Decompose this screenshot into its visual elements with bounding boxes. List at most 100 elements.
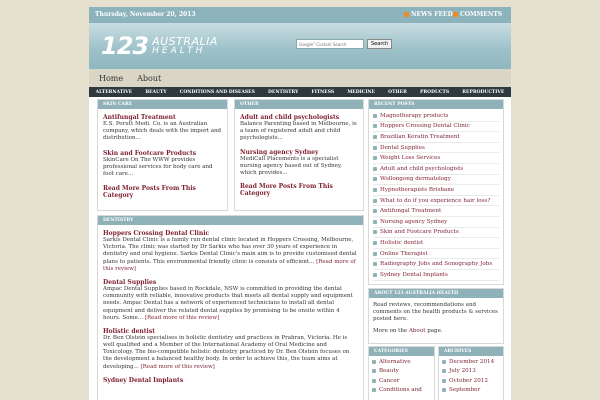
list-item[interactable]: Alternative xyxy=(372,357,431,367)
post-title[interactable]: Hoppers Crossing Dental Clinic xyxy=(103,230,358,237)
about-page-link[interactable]: About xyxy=(409,328,426,334)
post-excerpt: Ampac Dental Supplies based in Rockdale,… xyxy=(103,286,353,321)
skin-care-title: Skin Care xyxy=(98,100,227,109)
archives-title: Archives xyxy=(439,347,503,356)
bullet-icon xyxy=(373,156,377,161)
list-item[interactable]: Hoppers Crossing Dental Clinic xyxy=(373,122,499,133)
cat-nav-reproductive[interactable]: Reproductive xyxy=(462,90,504,95)
bullet-icon xyxy=(373,113,377,118)
recent-posts-box: Recent Posts Magnotherapy products Hoppe… xyxy=(368,99,504,285)
list-item[interactable]: Brazilian Keratin Treatment xyxy=(373,132,499,143)
post-title[interactable]: Dental Supplies xyxy=(103,279,358,286)
rss-icon xyxy=(404,12,409,17)
current-date: Thursday, November 20, 2013 xyxy=(95,11,196,18)
bullet-icon xyxy=(373,272,377,277)
search-form: Search xyxy=(296,39,393,49)
cat-nav-products[interactable]: Products xyxy=(420,90,449,95)
list-item[interactable]: Wollongong dermatology xyxy=(373,175,499,186)
dentistry-box: Dentistry Hoppers Crossing Dental Clinic… xyxy=(97,215,364,400)
list-item[interactable]: Online Therapist xyxy=(373,249,499,260)
bullet-icon xyxy=(373,262,377,267)
cat-nav-fitness[interactable]: Fitness xyxy=(312,90,335,95)
list-item[interactable]: December 2014 xyxy=(442,357,500,367)
list-item[interactable]: Weight Loss Services xyxy=(373,153,499,164)
search-input[interactable] xyxy=(296,39,364,49)
post-title[interactable]: Sydney Dental Implants xyxy=(103,377,358,384)
about-text: Read reviews, recommendations and commen… xyxy=(373,302,498,323)
rss-icon xyxy=(453,12,458,17)
nav-home[interactable]: Home xyxy=(99,74,123,83)
post-title[interactable]: Nursing agency Sydney xyxy=(240,149,358,156)
list-item[interactable]: Beauty xyxy=(372,367,431,377)
bullet-icon xyxy=(442,378,446,383)
comments-feed-link[interactable]: Comments xyxy=(453,11,502,18)
category-navigation: Alternative Beauty Conditions and Diseas… xyxy=(89,87,511,97)
read-more-link[interactable]: Read More Posts From This Category xyxy=(103,185,222,199)
list-item[interactable]: July 2013 xyxy=(442,367,500,377)
list-item[interactable]: Hypnotherapists Brisbane xyxy=(373,185,499,196)
other-box: Other Adult and child psychologists Bala… xyxy=(234,99,364,211)
bullet-icon xyxy=(373,187,377,192)
bullet-icon xyxy=(373,134,377,139)
bullet-icon xyxy=(372,378,376,383)
cat-nav-medicine[interactable]: Medicine xyxy=(347,90,375,95)
post-title[interactable]: Skin and Footcare Products xyxy=(103,150,222,157)
recent-posts-list: Magnotherapy products Hoppers Crossing D… xyxy=(369,109,503,281)
cat-nav-dentistry[interactable]: Dentistry xyxy=(268,90,298,95)
list-item[interactable]: October 2012 xyxy=(442,376,500,386)
bullet-icon xyxy=(373,230,377,235)
post-title[interactable]: Antifungal Treatment xyxy=(103,114,222,121)
cat-nav-conditions[interactable]: Conditions and Diseases xyxy=(180,90,255,95)
list-item[interactable]: Holistic dentist xyxy=(373,238,499,249)
post-title[interactable]: Adult and child psychologists xyxy=(240,114,358,121)
list-item[interactable]: Adult and child psychologists xyxy=(373,164,499,175)
list-item[interactable]: Skin and Footcare Products xyxy=(373,228,499,239)
search-button[interactable]: Search xyxy=(367,39,393,49)
bullet-icon xyxy=(442,359,446,364)
read-review-link[interactable]: [Read more of this review] xyxy=(145,315,219,321)
cat-nav-beauty[interactable]: Beauty xyxy=(145,90,166,95)
categories-title: Categories xyxy=(369,347,434,356)
list-item[interactable]: Antifungal Treatment xyxy=(373,206,499,217)
bullet-icon xyxy=(373,124,377,129)
page-navigation: Home About xyxy=(89,69,511,87)
post-title[interactable]: Holistic dentist xyxy=(103,328,358,335)
bullet-icon xyxy=(373,177,377,182)
bullet-icon xyxy=(373,166,377,171)
bullet-icon xyxy=(372,388,376,393)
news-feed-link[interactable]: News Feed xyxy=(404,11,453,18)
bullet-icon xyxy=(373,240,377,245)
bullet-icon xyxy=(373,209,377,214)
list-item[interactable]: What to do if you experience hair loss? xyxy=(373,196,499,207)
list-item[interactable]: Conditions and xyxy=(372,386,431,396)
bullet-icon xyxy=(373,145,377,150)
list-item[interactable]: Radiography Jobs and Sonography Jobs xyxy=(373,259,499,270)
post-excerpt: E.S. Porutt Medi. Co. is an Australian c… xyxy=(103,121,222,142)
list-item[interactable]: Dental Supplies xyxy=(373,143,499,154)
archives-list: December 2014 July 2013 October 2012 Sep… xyxy=(439,356,503,395)
nav-about[interactable]: About xyxy=(137,74,161,83)
cat-nav-other[interactable]: Other xyxy=(388,90,407,95)
list-item[interactable]: Sydney Dental Implants xyxy=(373,270,499,281)
about-more: More on the About page. xyxy=(373,328,443,335)
page-frame: Thursday, November 20, 2013 News Feed Co… xyxy=(89,7,511,400)
read-more-link[interactable]: Read More Posts From This Category xyxy=(240,183,358,197)
site-header: 123 AUSTRALIA HEALTH Search xyxy=(89,23,511,69)
about-box: About 123 Australia Health Read reviews,… xyxy=(368,288,504,344)
list-item[interactable]: Magnotherapy products xyxy=(373,111,499,122)
read-review-link[interactable]: [Read more of this review] xyxy=(141,364,215,370)
post-excerpt: Dr. Ben Olstein specialises in holistic … xyxy=(103,334,350,370)
cat-nav-alternative[interactable]: Alternative xyxy=(96,90,133,95)
list-item[interactable]: September xyxy=(442,386,500,396)
bullet-icon xyxy=(372,359,376,364)
bullet-icon xyxy=(442,369,446,374)
post-excerpt: Balance Parenting based in Melbourne, is… xyxy=(240,121,357,142)
dentistry-title: Dentistry xyxy=(98,216,363,225)
site-logo[interactable]: 123 AUSTRALIA HEALTH xyxy=(101,32,218,60)
background-strip xyxy=(511,7,600,400)
list-item[interactable]: Nursing agency Sydney xyxy=(373,217,499,228)
skin-care-box: Skin Care Antifungal Treatment E.S. Poru… xyxy=(97,99,228,211)
recent-posts-title: Recent Posts xyxy=(369,100,503,109)
news-feed-label: News Feed xyxy=(411,11,453,18)
list-item[interactable]: Cancer xyxy=(372,376,431,386)
